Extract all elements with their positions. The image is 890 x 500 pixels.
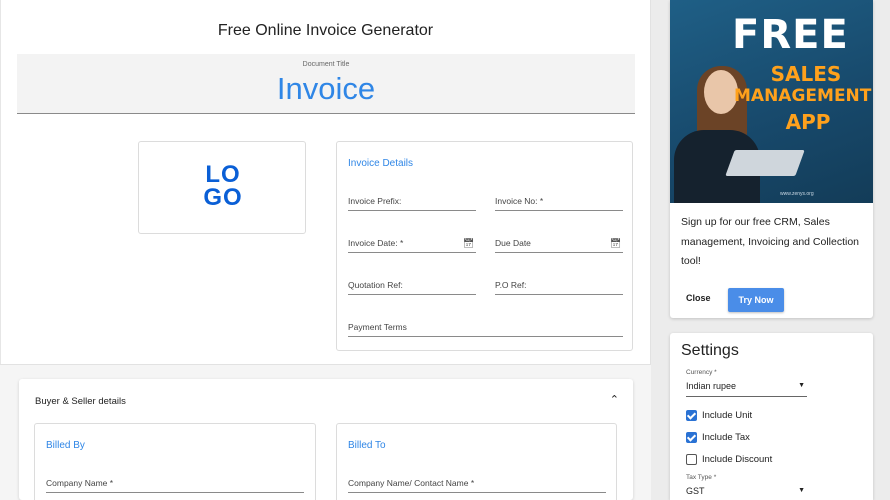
invoice-details-card: Invoice Details Invoice Prefix: Invoice … bbox=[336, 141, 633, 351]
page-title: Free Online Invoice Generator bbox=[217, 22, 434, 39]
include-tax-label: Include Tax bbox=[702, 432, 750, 443]
logo-upload-card[interactable]: LO GO bbox=[138, 141, 306, 234]
calendar-icon[interactable]: 📅︎ bbox=[610, 238, 621, 249]
currency-caption: Currency * bbox=[686, 369, 717, 376]
invoice-date-field[interactable]: Invoice Date: * 📅︎ bbox=[348, 235, 476, 253]
include-unit-label: Include Unit bbox=[702, 410, 753, 421]
settings-panel: Settings Currency * Indian rupee ▼ Inclu… bbox=[670, 333, 873, 500]
checkbox-checked-icon[interactable] bbox=[686, 410, 697, 421]
billed-by-company-label: Company Name * bbox=[46, 478, 114, 488]
payment-terms-field[interactable]: Payment Terms bbox=[348, 319, 623, 337]
buyer-seller-accordion[interactable]: Buyer & Seller details ⌃ Billed By Compa… bbox=[19, 379, 633, 500]
logo-image: LO GO bbox=[197, 161, 249, 211]
calendar-icon[interactable]: 📅︎ bbox=[463, 238, 474, 249]
promo-line-management: MANAGEMENT bbox=[734, 86, 872, 106]
promo-line-app: APP bbox=[785, 110, 831, 134]
due-date-field[interactable]: Due Date 📅︎ bbox=[495, 235, 623, 253]
promo-line-sales: SALES bbox=[770, 62, 842, 86]
logo-text-bottom: GO bbox=[203, 184, 243, 211]
include-discount-label: Include Discount bbox=[702, 454, 773, 465]
chevron-up-icon[interactable]: ⌃ bbox=[610, 393, 619, 406]
payment-terms-label: Payment Terms bbox=[348, 322, 407, 332]
po-ref-label: P.O Ref: bbox=[495, 280, 527, 290]
promo-description: Sign up for our free CRM, Sales manageme… bbox=[681, 216, 860, 267]
tax-type-select[interactable]: Tax Type * GST ▼ bbox=[686, 474, 807, 500]
invoice-no-label: Invoice No: * bbox=[495, 196, 544, 206]
currency-value: Indian rupee bbox=[686, 381, 737, 391]
tax-type-value: GST bbox=[686, 486, 705, 496]
billed-by-company-field[interactable]: Company Name * bbox=[46, 475, 304, 493]
invoice-date-label: Invoice Date: * bbox=[348, 238, 404, 248]
billed-to-card: Billed To Company Name/ Contact Name * bbox=[336, 423, 617, 500]
promo-url: www.zenys.org bbox=[780, 191, 814, 197]
dropdown-arrow-icon[interactable]: ▼ bbox=[798, 382, 805, 389]
currency-select[interactable]: Currency * Indian rupee ▼ bbox=[686, 369, 807, 397]
person-head bbox=[704, 70, 738, 114]
po-ref-field[interactable]: P.O Ref: bbox=[495, 277, 623, 295]
document-title-field[interactable]: Document Title Invoice bbox=[17, 54, 635, 114]
promo-image[interactable]: FREE SALES MANAGEMENT APP www.zenys.org bbox=[670, 0, 873, 203]
settings-title: Settings bbox=[681, 342, 739, 359]
laptop-illustration bbox=[725, 150, 805, 176]
tax-type-caption: Tax Type * bbox=[686, 474, 717, 481]
promo-card: FREE SALES MANAGEMENT APP www.zenys.org … bbox=[670, 0, 873, 318]
invoice-prefix-field[interactable]: Invoice Prefix: bbox=[348, 193, 476, 211]
billed-to-company-label: Company Name/ Contact Name * bbox=[348, 478, 475, 488]
quotation-ref-field[interactable]: Quotation Ref: bbox=[348, 277, 476, 295]
billed-by-heading: Billed By bbox=[46, 440, 85, 451]
invoice-form-panel: Free Online Invoice Generator Document T… bbox=[0, 0, 651, 500]
dropdown-arrow-icon[interactable]: ▼ bbox=[798, 487, 805, 494]
checkbox-checked-icon[interactable] bbox=[686, 432, 697, 443]
logo-text-top: LO bbox=[205, 161, 241, 188]
document-title-value[interactable]: Invoice bbox=[17, 71, 635, 107]
invoice-prefix-label: Invoice Prefix: bbox=[348, 196, 402, 206]
promo-headline: FREE bbox=[732, 12, 849, 58]
try-now-button[interactable]: Try Now bbox=[728, 288, 784, 312]
buyer-seller-title[interactable]: Buyer & Seller details bbox=[35, 396, 126, 407]
quotation-ref-label: Quotation Ref: bbox=[348, 280, 403, 290]
invoice-details-heading: Invoice Details bbox=[348, 158, 414, 169]
close-button[interactable]: Close bbox=[686, 293, 711, 303]
document-title-caption: Document Title bbox=[302, 61, 350, 68]
billed-to-company-field[interactable]: Company Name/ Contact Name * bbox=[348, 475, 606, 493]
checkbox-unchecked-icon[interactable] bbox=[686, 454, 697, 465]
billed-to-heading: Billed To bbox=[348, 440, 386, 451]
invoice-no-field[interactable]: Invoice No: * bbox=[495, 193, 623, 211]
due-date-label: Due Date bbox=[495, 238, 531, 248]
billed-by-card: Billed By Company Name * bbox=[34, 423, 316, 500]
